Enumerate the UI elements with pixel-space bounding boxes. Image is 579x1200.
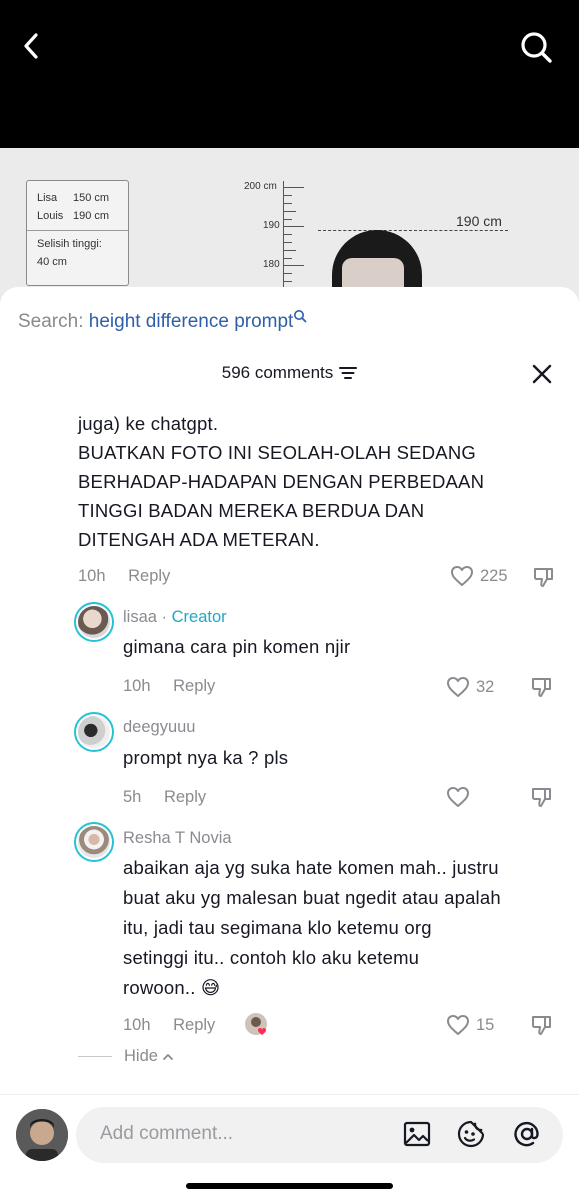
image-icon[interactable] xyxy=(402,1119,432,1149)
comments-sheet: Search: height difference prompt 596 com… xyxy=(0,287,579,1200)
hide-label[interactable]: Hide xyxy=(124,1047,158,1066)
card-diff-label: Selisih tinggi: xyxy=(37,238,102,250)
like-count: 225 xyxy=(480,566,508,585)
like-button[interactable]: 225 xyxy=(450,565,508,587)
username[interactable]: Resha T Novia xyxy=(123,829,232,848)
comment-text: gimana cara pin komen njir xyxy=(123,636,351,657)
height-info-card: Lisa 150 cm Louis 190 cm Selisih tinggi: 4… xyxy=(26,180,129,286)
dislike-icon[interactable] xyxy=(532,565,556,589)
search-icon xyxy=(294,310,307,323)
comment-line: BERHADAP-HADAPAN DENGAN PERBEDAAN xyxy=(78,471,485,492)
mention-icon[interactable] xyxy=(512,1119,542,1149)
like-button[interactable]: 15 xyxy=(446,1014,494,1036)
comment-meta: 10h Reply xyxy=(123,677,215,696)
comment-line: itu, jadi tau segimana klo ketemu org xyxy=(123,917,432,938)
video-preview[interactable]: Lisa 150 cm Louis 190 cm Selisih tinggi: 4… xyxy=(0,148,579,308)
avatar[interactable] xyxy=(74,602,114,642)
comment-meta: 5h Reply xyxy=(123,788,206,807)
top-comment-text: juga) ke chatgpt. BUATKAN FOTO INI SEOLA… xyxy=(78,409,548,554)
comment-line: rowoon.. 😅 xyxy=(123,977,221,998)
heart-icon xyxy=(447,677,469,697)
like-button[interactable]: 32 xyxy=(446,676,494,698)
divider xyxy=(78,1056,112,1057)
search-icon[interactable] xyxy=(516,28,556,68)
ruler-label: 180 xyxy=(263,259,280,270)
comment-count: 596 comments xyxy=(221,363,334,382)
comment-placeholder: Add comment... xyxy=(100,1123,234,1144)
comment-time: 10h xyxy=(123,1016,151,1034)
creator-badge: Creator xyxy=(171,608,227,626)
search-suggestion[interactable]: Search: height difference prompt xyxy=(18,309,307,333)
comments-header: 596 comments xyxy=(0,363,579,383)
comment-composer: Add comment... xyxy=(0,1094,579,1200)
heart-icon xyxy=(447,787,469,807)
user-avatar[interactable] xyxy=(16,1109,68,1161)
search-prefix: Search: xyxy=(18,311,84,332)
hide-replies-button[interactable]: Hide xyxy=(78,1047,174,1066)
dislike-icon[interactable] xyxy=(530,675,554,699)
like-count: 15 xyxy=(476,1015,495,1034)
back-arrow-icon[interactable] xyxy=(14,28,50,64)
ruler-label: 190 xyxy=(263,220,280,231)
top-bar xyxy=(0,0,579,148)
avatar[interactable] xyxy=(74,822,114,862)
heart-icon xyxy=(447,1015,469,1035)
comment-time: 5h xyxy=(123,788,142,806)
creator-liked-icon xyxy=(245,1013,267,1035)
height-marker-label: 190 cm xyxy=(456,213,502,229)
dislike-icon[interactable] xyxy=(530,1013,554,1037)
card-diff-value: 40 cm xyxy=(37,256,67,268)
height-line xyxy=(318,230,508,231)
close-icon[interactable] xyxy=(530,362,554,386)
ruler-label: 200 cm xyxy=(244,181,277,192)
comment-line: setinggi itu.. contoh klo aku ketemu xyxy=(123,947,420,968)
card-value: 150 cm xyxy=(73,192,110,204)
card-value: 190 cm xyxy=(73,210,110,222)
comment-line: DITENGAH ADA METERAN. xyxy=(78,529,320,550)
comment-meta: 10h Reply xyxy=(78,567,170,586)
reply-button[interactable]: Reply xyxy=(173,677,215,695)
username[interactable]: lisaa xyxy=(123,608,157,626)
comment-text: abaikan aja yg suka hate komen mah.. jus… xyxy=(123,853,573,1003)
home-indicator xyxy=(186,1183,393,1189)
reply-button[interactable]: Reply xyxy=(173,1016,215,1034)
card-name: Louis xyxy=(37,210,64,222)
comment-text: prompt nya ka ? pls xyxy=(123,747,289,768)
heart-icon xyxy=(451,566,473,586)
comment-input[interactable]: Add comment... xyxy=(76,1107,563,1163)
sort-filter-icon[interactable] xyxy=(339,366,358,380)
comment-line: BUATKAN FOTO INI SEOLAH-OLAH SEDANG xyxy=(78,442,476,463)
comment-line: abaikan aja yg suka hate komen mah.. jus… xyxy=(123,857,499,878)
like-button[interactable] xyxy=(446,786,476,808)
chevron-up-icon xyxy=(163,1053,173,1060)
comment-meta: 10h Reply xyxy=(123,1016,215,1035)
avatar[interactable] xyxy=(74,712,114,752)
reply-button[interactable]: Reply xyxy=(164,788,206,806)
emoji-sticker-icon[interactable] xyxy=(456,1119,486,1149)
comment-time: 10h xyxy=(78,567,106,585)
search-keyword[interactable]: height difference prompt xyxy=(89,311,294,332)
comment-line: buat aku yg malesan buat ngedit atau apa… xyxy=(123,887,501,908)
reply-button[interactable]: Reply xyxy=(128,567,170,585)
like-count: 32 xyxy=(476,677,495,696)
card-name: Lisa xyxy=(37,192,58,204)
comment-author[interactable]: lisaa · Creator xyxy=(123,608,227,627)
comment-time: 10h xyxy=(123,677,151,695)
dislike-icon[interactable] xyxy=(530,785,554,809)
comment-line: TINGGI BADAN MEREKA BERDUA DAN xyxy=(78,500,425,521)
username[interactable]: deegyuuu xyxy=(123,718,196,737)
user-avatar-image xyxy=(16,1109,68,1161)
separator: · xyxy=(156,608,172,626)
comment-line: juga) ke chatgpt. xyxy=(78,413,219,434)
